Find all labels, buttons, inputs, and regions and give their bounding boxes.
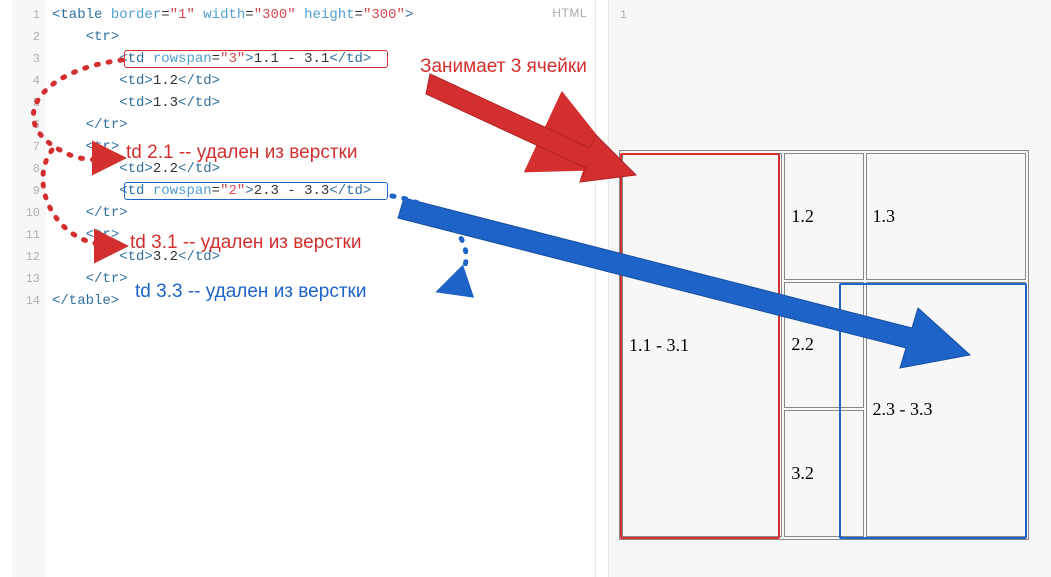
- code-line: </tr>: [52, 202, 586, 224]
- preview-table-wrap: 1.1 - 3.11.21.32.22.3 - 3.33.2: [619, 150, 1029, 540]
- annotation-deleted-33: td 3.3 -- удален из верстки: [135, 281, 366, 303]
- code-gutter: 1234567891011121314: [12, 0, 46, 577]
- table-cell: 1.3: [866, 153, 1026, 280]
- code-line: <td>1.3</td>: [52, 92, 586, 114]
- code-line: <td rowspan="2">2.3 - 3.3</td>: [52, 180, 586, 202]
- code-line: </tr>: [52, 114, 586, 136]
- table-row: 1.1 - 3.11.21.3: [622, 153, 1026, 280]
- annotation-heading: Занимает 3 ячейки: [420, 56, 587, 78]
- table-cell: 2.2: [784, 282, 863, 409]
- preview-panel: 1 1.1 - 3.11.21.32.22.3 - 3.33.2: [608, 0, 1051, 577]
- code-line: <table border="1" width="300" height="30…: [52, 4, 586, 26]
- annotation-deleted-21: td 2.1 -- удален из верстки: [126, 142, 357, 164]
- table-cell: 1.1 - 3.1: [622, 153, 782, 537]
- table-cell: 1.2: [784, 153, 863, 280]
- annotation-deleted-31: td 3.1 -- удален из верстки: [130, 232, 361, 254]
- preview-table: 1.1 - 3.11.21.32.22.3 - 3.33.2: [619, 150, 1029, 540]
- table-cell: 3.2: [784, 410, 863, 537]
- code-line: <tr>: [52, 26, 586, 48]
- table-cell: 2.3 - 3.3: [866, 282, 1026, 537]
